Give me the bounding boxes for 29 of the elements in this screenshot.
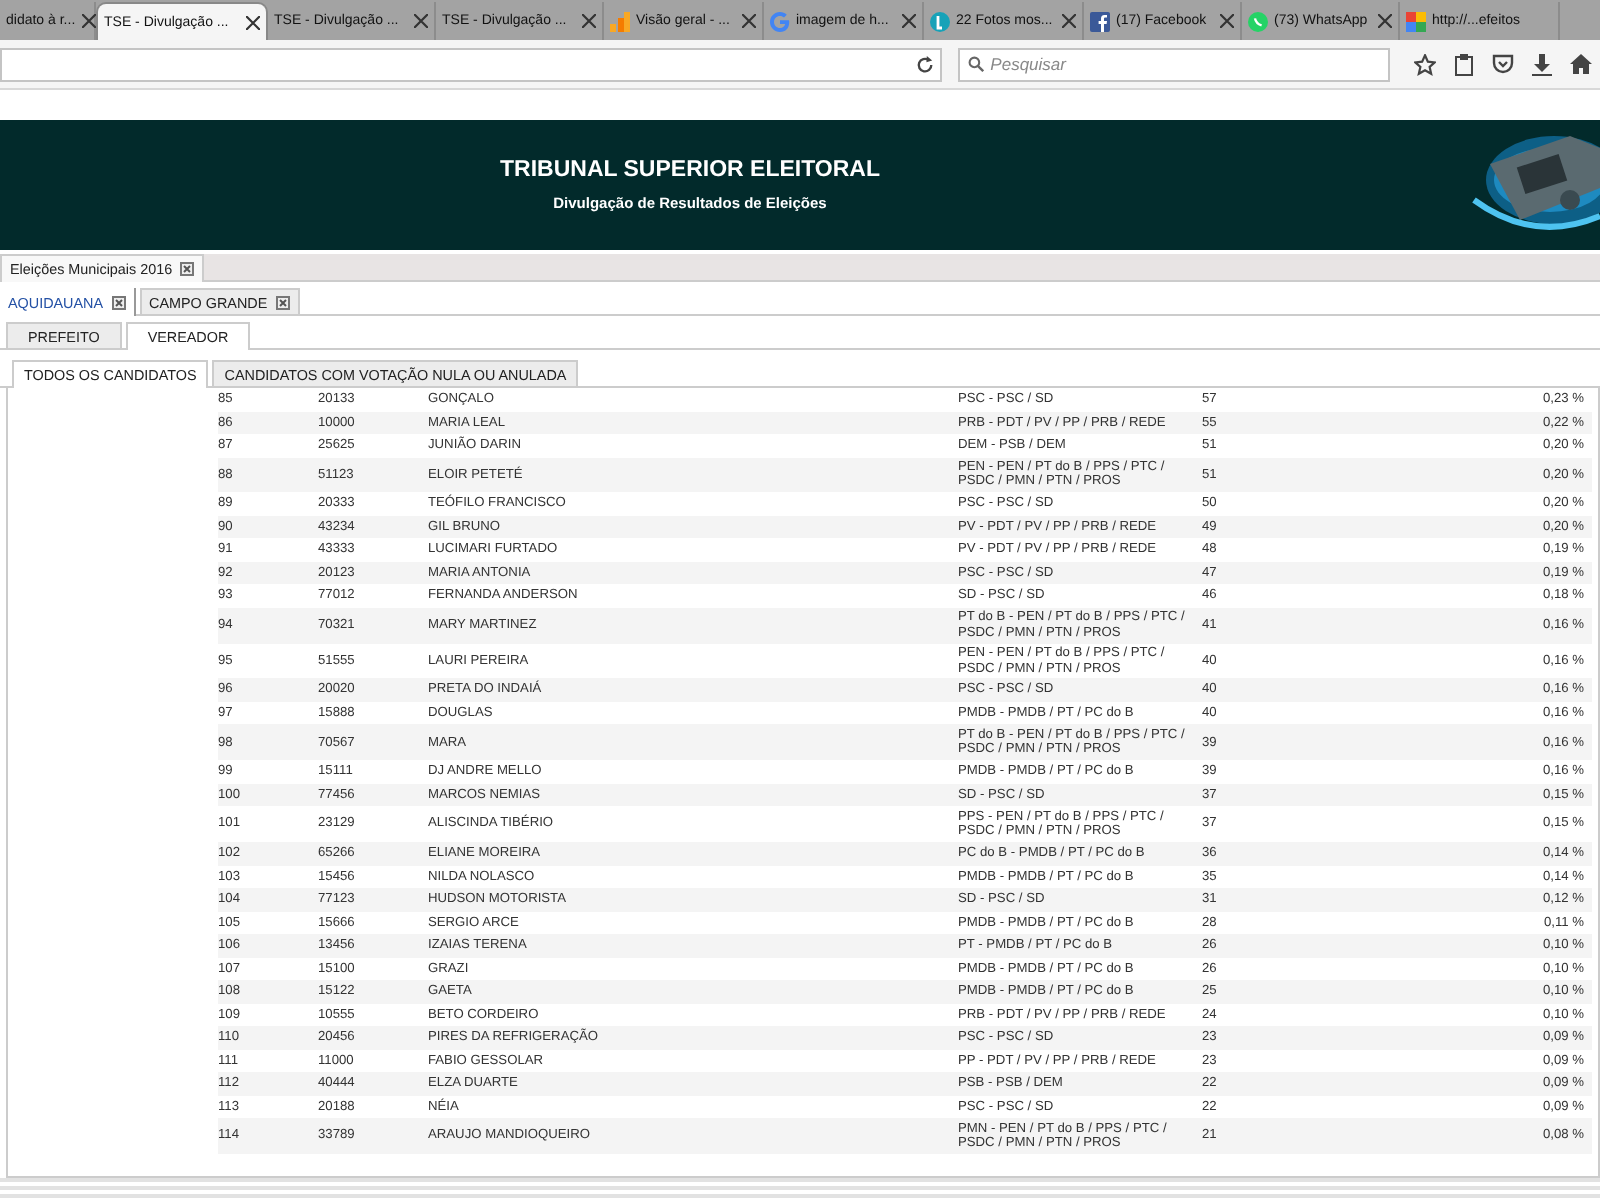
close-icon[interactable]: [414, 14, 428, 28]
close-icon[interactable]: [1062, 14, 1076, 28]
facebook-icon: [1090, 11, 1110, 31]
search-placeholder: Pesquisar: [990, 54, 1066, 74]
bar-chart-icon: [610, 11, 630, 31]
search-icon: [968, 56, 985, 72]
address-field[interactable]: [0, 47, 943, 81]
whatsapp-icon: [1248, 11, 1268, 31]
home-icon[interactable]: [1570, 54, 1592, 74]
close-icon[interactable]: [275, 295, 290, 309]
header-title: TRIBUNAL SUPERIOR ELEITORAL: [500, 158, 880, 182]
google-icon: [770, 11, 790, 31]
close-icon[interactable]: [81, 14, 96, 28]
close-icon[interactable]: [111, 295, 126, 309]
close-icon[interactable]: [582, 14, 596, 28]
reload-icon[interactable]: [916, 55, 935, 73]
pocket-icon[interactable]: [1492, 54, 1514, 74]
letter-circle-icon: [930, 11, 950, 31]
close-icon[interactable]: [742, 14, 756, 28]
close-icon[interactable]: [180, 262, 195, 276]
close-icon[interactable]: [1220, 14, 1234, 28]
colorful-square-icon: [1406, 11, 1426, 31]
close-icon[interactable]: [1378, 14, 1392, 28]
search-field[interactable]: Pesquisar: [958, 47, 1390, 81]
clipboard-icon[interactable]: [1454, 53, 1474, 75]
close-icon[interactable]: [246, 15, 260, 29]
download-icon[interactable]: [1532, 53, 1552, 75]
star-icon[interactable]: [1414, 53, 1436, 75]
close-icon[interactable]: [902, 14, 916, 28]
